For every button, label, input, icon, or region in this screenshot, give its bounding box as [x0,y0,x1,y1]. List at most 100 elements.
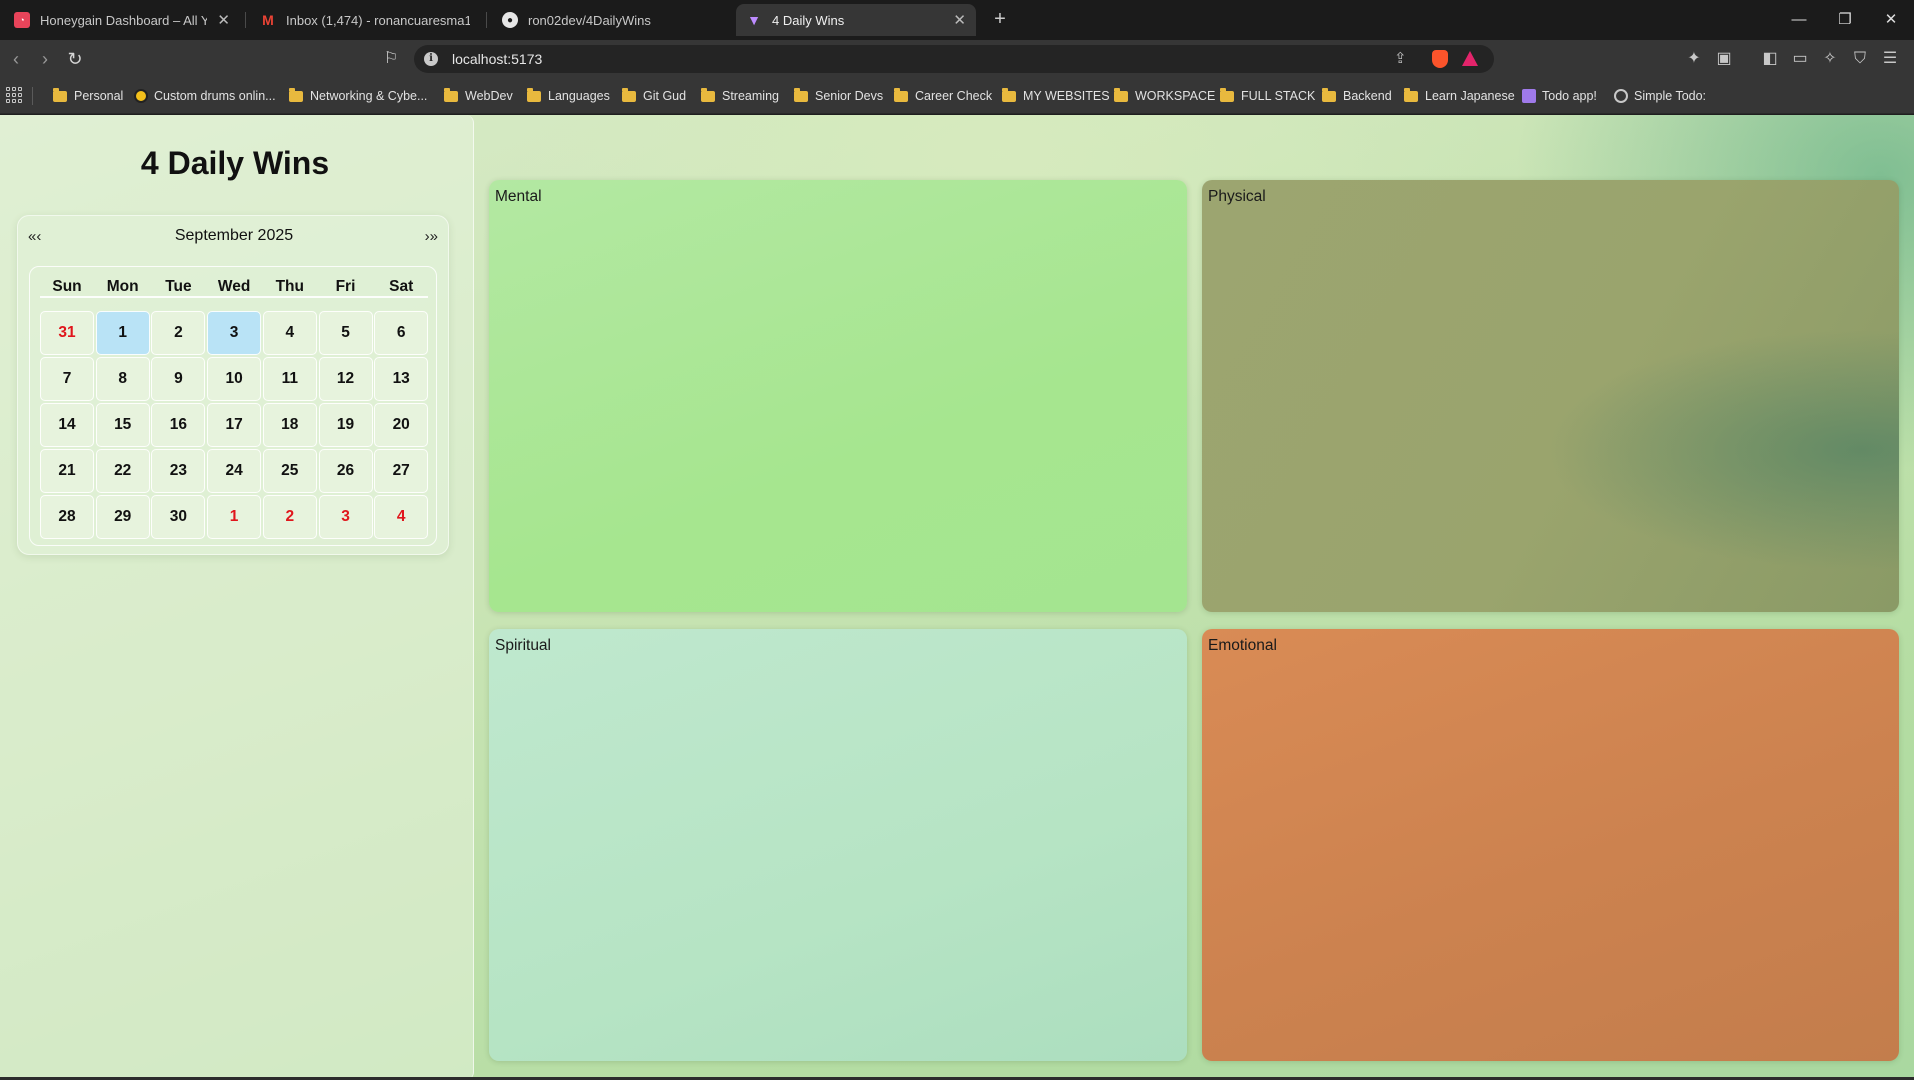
tab-gmail[interactable]: M Inbox (1,474) - ronancuaresma10@gr [250,4,480,36]
bookmark-languages[interactable]: Languages [527,86,610,106]
emotional-card[interactable]: Emotional [1202,629,1899,1061]
calendar: «‹ September 2025 ›» Sun Mon Tue Wed Thu… [17,215,449,555]
bookmark-personal[interactable]: Personal [53,86,123,106]
calendar-next-year-button[interactable]: ›» [425,228,438,245]
leo-ai-icon[interactable]: ✧ [1820,49,1840,69]
close-icon[interactable]: ✕ [217,11,230,29]
brave-shields-icon[interactable] [1432,50,1448,68]
calendar-day[interactable]: 1 [207,495,262,539]
calendar-day[interactable]: 7 [40,357,94,401]
calendar-day[interactable]: 21 [40,449,94,493]
calendar-day[interactable]: 6 [374,311,429,355]
share-icon[interactable]: ⇪ [1394,49,1407,67]
bookmarks-bar: Personal Custom drums onlin... Networkin… [0,78,1914,114]
apps-grid-icon[interactable] [6,87,22,103]
menu-icon[interactable]: ☰ [1880,49,1900,69]
calendar-day[interactable]: 30 [151,495,206,539]
wallet-icon[interactable]: ▭ [1790,49,1810,69]
bookmark-career-check[interactable]: Career Check [894,86,992,106]
calendar-day[interactable]: 15 [95,403,150,447]
calendar-day[interactable]: 27 [374,449,429,493]
bookmark-git-gud[interactable]: Git Gud [622,86,686,106]
calendar-day[interactable]: 12 [318,357,373,401]
mental-card[interactable]: Mental [489,180,1187,612]
close-window-button[interactable]: ✕ [1868,0,1914,40]
bookmark-workspace[interactable]: WORKSPACE [1114,86,1215,106]
bookmark-label: Personal [74,89,124,103]
calendar-day[interactable]: 3 [207,311,262,355]
bookmark-webdev[interactable]: WebDev [444,86,513,106]
calendar-day[interactable]: 1 [95,311,150,355]
card-label-emotional: Emotional [1208,637,1277,654]
folder-icon [701,87,715,102]
bookmark-label: Streaming [722,89,779,103]
bookmark-backend[interactable]: Backend [1322,86,1392,106]
calendar-day[interactable]: 8 [95,357,150,401]
calendar-day[interactable]: 22 [95,449,150,493]
calendar-day[interactable]: 9 [151,357,206,401]
calendar-day[interactable]: 2 [151,311,206,355]
site-info-icon[interactable]: i [424,52,438,66]
bookmark-todo-app[interactable]: Todo app! [1522,86,1597,106]
calendar-day[interactable]: 20 [374,403,429,447]
calendar-day[interactable]: 31 [40,311,94,355]
folder-icon [527,87,541,102]
browser-toolbar: ‹ › ↻ ⚐ i localhost:5173 ⇪ ✦ ▣ ◧ ▭ ✧ ⛉ ☰ [0,40,1914,78]
calendar-day[interactable]: 5 [318,311,373,355]
bookmark-senior-devs[interactable]: Senior Devs [794,86,883,106]
calendar-day[interactable]: 10 [207,357,262,401]
sidebar-icon[interactable]: ◧ [1760,49,1780,69]
vpn-icon[interactable]: ⛉ [1850,49,1870,69]
calendar-day[interactable]: 11 [262,357,317,401]
tab-github[interactable]: ● ron02dev/4DailyWins [492,4,722,36]
calendar-day[interactable]: 2 [262,495,317,539]
tab-4-daily-wins[interactable]: ▼ 4 Daily Wins ✕ [736,4,976,36]
physical-card[interactable]: Physical [1202,180,1899,612]
spiritual-card[interactable]: Spiritual [489,629,1187,1061]
bookmark-button[interactable]: ⚐ [378,46,404,72]
bookmark-streaming[interactable]: Streaming [701,86,779,106]
calendar-day[interactable]: 28 [40,495,94,539]
screenshot-icon[interactable]: ▣ [1714,49,1734,69]
url-text[interactable]: localhost:5173 [452,51,542,67]
plus-icon: + [994,8,1006,30]
calendar-day[interactable]: 23 [151,449,206,493]
close-icon[interactable]: ✕ [953,11,966,29]
calendar-day[interactable]: 25 [262,449,317,493]
restore-button[interactable]: ❐ [1822,0,1868,40]
brave-rewards-icon[interactable] [1462,51,1478,66]
bookmark-label: Senior Devs [815,89,884,103]
calendar-month-label[interactable]: September 2025 [18,227,450,245]
minimize-button[interactable]: — [1776,0,1822,40]
close-icon: ✕ [1884,11,1898,28]
bookmark-learn-japanese[interactable]: Learn Japanese [1404,86,1515,106]
calendar-day[interactable]: 26 [318,449,373,493]
calendar-day[interactable]: 3 [318,495,373,539]
calendar-day[interactable]: 17 [207,403,262,447]
extensions-icon[interactable]: ✦ [1684,49,1704,69]
arrow-left-icon: ‹ [13,49,19,69]
new-tab-button[interactable]: + [988,8,1012,32]
bookmark-icon: ⚐ [383,50,399,67]
calendar-day[interactable]: 14 [40,403,94,447]
bookmark-networking[interactable]: Networking & Cybe... [289,86,427,106]
calendar-day[interactable]: 4 [262,311,317,355]
address-bar[interactable]: i localhost:5173 ⇪ [414,45,1494,73]
bookmark-custom-drums[interactable]: Custom drums onlin... [134,86,276,106]
calendar-day[interactable]: 19 [318,403,373,447]
back-button[interactable]: ‹ [3,46,29,72]
bookmark-full-stack[interactable]: FULL STACK [1220,86,1315,106]
calendar-day[interactable]: 13 [374,357,429,401]
calendar-day[interactable]: 24 [207,449,262,493]
calendar-day[interactable]: 29 [95,495,150,539]
reload-button[interactable]: ↻ [62,46,88,72]
forward-button[interactable]: › [32,46,58,72]
calendar-day[interactable]: 16 [151,403,206,447]
calendar-day[interactable]: 18 [262,403,317,447]
tab-honeygain[interactable]: ◔ Honeygain Dashboard – All Your ✕ [4,4,240,36]
bookmark-my-websites[interactable]: MY WEBSITES [1002,86,1110,106]
bookmark-simple-todo[interactable]: Simple Todo: [1614,86,1706,106]
calendar-day[interactable]: 4 [374,495,429,539]
honeygain-icon: ◔ [14,12,30,28]
bookmark-label: MY WEBSITES [1023,89,1110,103]
